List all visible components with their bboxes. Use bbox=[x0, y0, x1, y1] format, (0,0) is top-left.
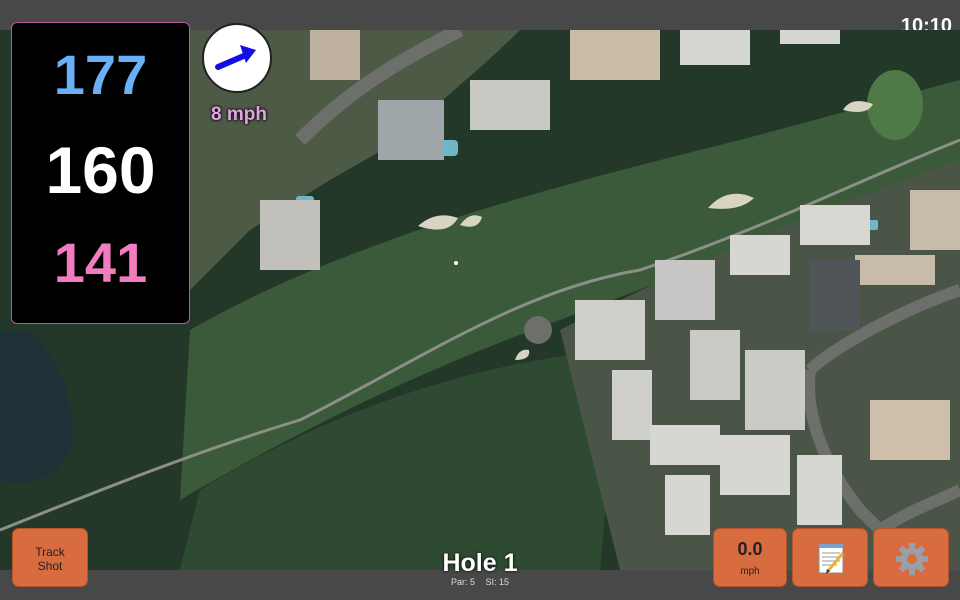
notes-button[interactable] bbox=[792, 528, 868, 587]
center-distance: 160 bbox=[45, 133, 156, 207]
distance-panel: 177 160 141 bbox=[11, 22, 190, 324]
hole-info: Par: 5 SI: 15 bbox=[380, 577, 580, 587]
track-shot-label: Track Shot bbox=[35, 545, 65, 573]
speed-unit: mph bbox=[740, 566, 760, 577]
wind-speed-label: 8 mph bbox=[211, 104, 267, 125]
arrow-right-icon bbox=[215, 45, 256, 70]
notepad-icon bbox=[818, 543, 845, 574]
wind-indicator bbox=[202, 23, 272, 93]
settings-button[interactable] bbox=[873, 528, 949, 587]
gear-icon bbox=[896, 543, 928, 575]
track-shot-button[interactable]: Track Shot bbox=[12, 528, 88, 587]
hole-par: Par: 5 bbox=[450, 577, 475, 587]
hole-stroke-index: SI: 15 bbox=[485, 577, 510, 587]
front-distance: 141 bbox=[53, 231, 148, 294]
back-distance: 177 bbox=[53, 43, 148, 106]
hole-title: Hole 1 bbox=[442, 549, 518, 577]
speed-button[interactable]: 0.0 mph bbox=[713, 528, 787, 587]
speed-value: 0.0 bbox=[737, 539, 763, 559]
